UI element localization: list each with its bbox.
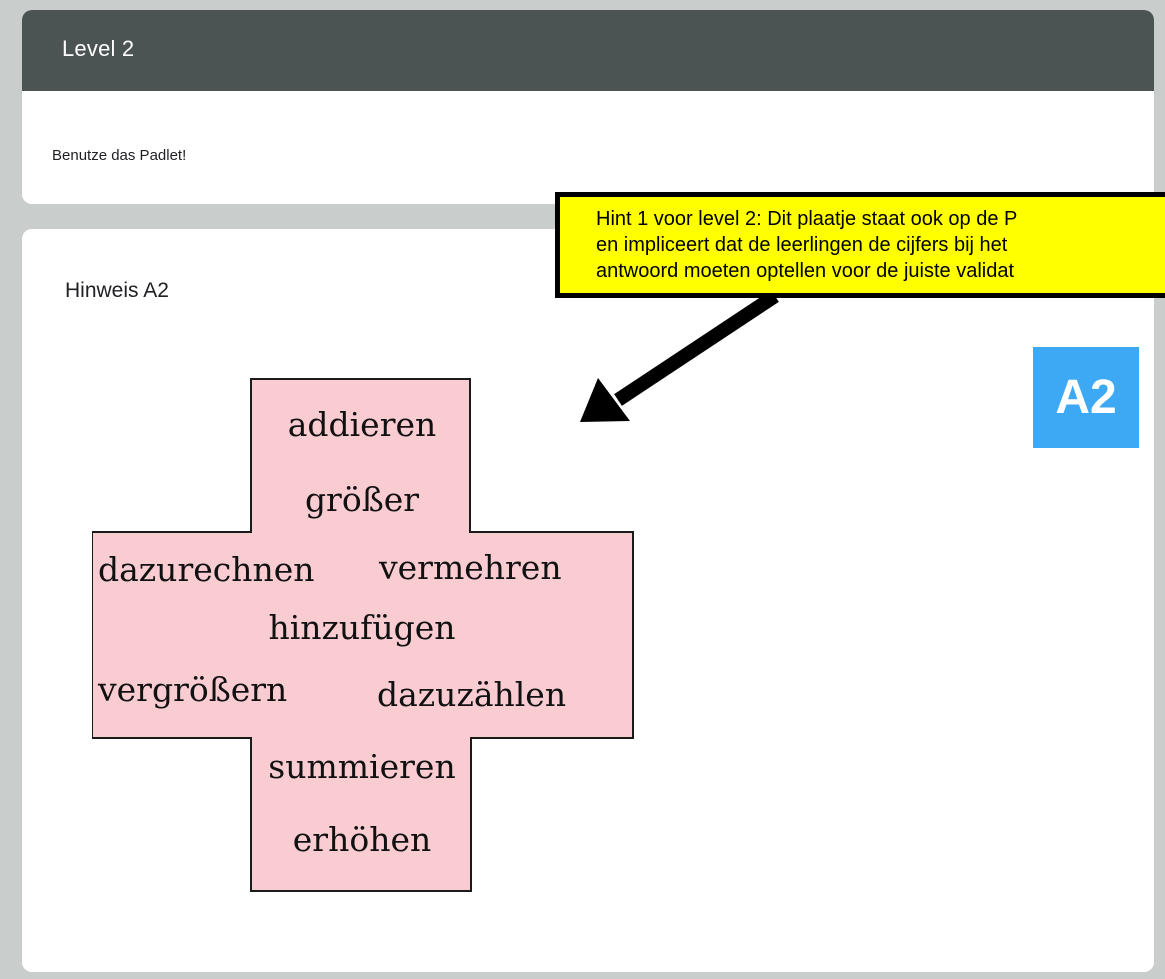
cross-word-dazuzaehlen: dazuzählen bbox=[377, 675, 566, 714]
section-description: Benutze das Padlet! bbox=[52, 147, 187, 164]
a2-badge: A2 bbox=[1033, 347, 1139, 448]
question-title: Hinweis A2 bbox=[65, 279, 169, 302]
hint-line: en impliceert dat de leerlingen de cijfe… bbox=[596, 234, 1008, 256]
hint-question-card: Hinweis A2 addieren größer dazurechnen v… bbox=[22, 229, 1154, 972]
cross-word-vermehren: vermehren bbox=[378, 548, 562, 587]
word-cross-image: addieren größer dazurechnen vermehren hi… bbox=[92, 378, 634, 892]
cross-word-groesser: größer bbox=[305, 480, 419, 519]
level-section-card: Level 2 Benutze das Padlet! bbox=[22, 10, 1154, 204]
cross-word-erhoehen: erhöhen bbox=[293, 820, 431, 859]
section-header: Level 2 bbox=[22, 10, 1154, 91]
cross-word-addieren: addieren bbox=[288, 405, 437, 444]
cross-word-summieren: summieren bbox=[268, 747, 455, 786]
section-title: Level 2 bbox=[62, 36, 135, 61]
cross-word-hinzufuegen: hinzufügen bbox=[268, 608, 455, 647]
hint-annotation-box: Hint 1 voor level 2: Dit plaatje staat o… bbox=[555, 192, 1165, 298]
cross-word-dazurechnen: dazurechnen bbox=[98, 550, 315, 589]
hint-line: antwoord moeten optellen voor de juiste … bbox=[596, 260, 1015, 282]
cross-word-vergroessern: vergrößern bbox=[97, 670, 287, 709]
hint-line: Hint 1 voor level 2: Dit plaatje staat o… bbox=[596, 208, 1018, 230]
